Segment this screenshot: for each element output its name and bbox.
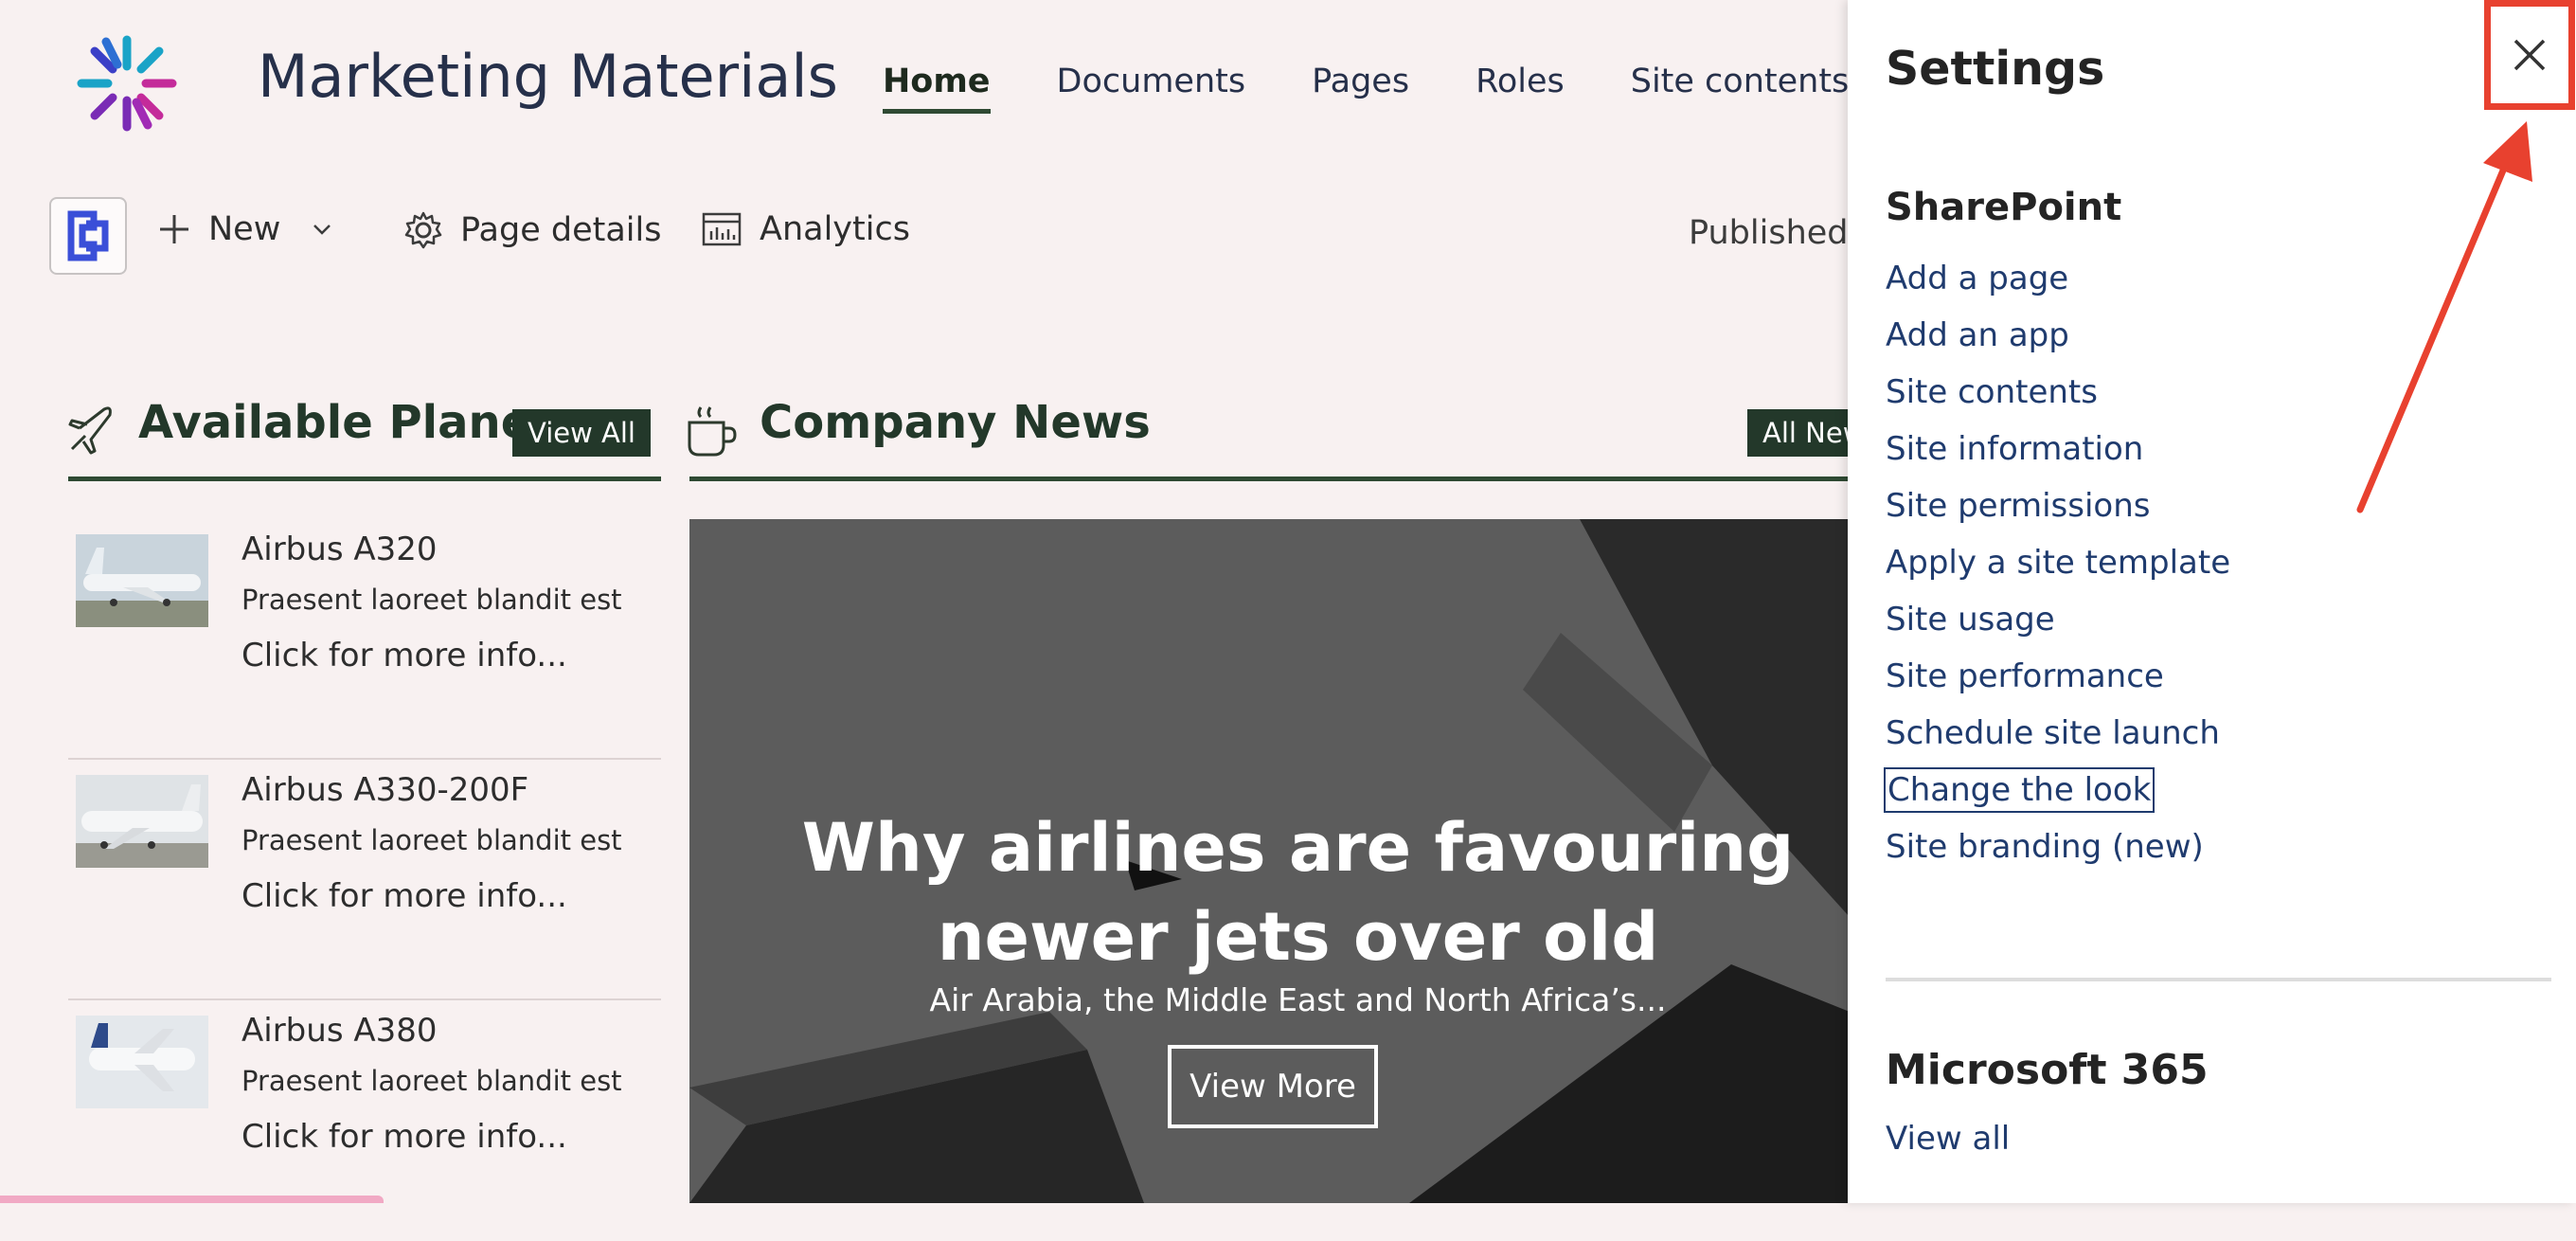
news-divider (689, 477, 1850, 481)
new-button[interactable]: New (157, 210, 333, 248)
airbus-a380-thumbnail (76, 1016, 208, 1108)
plane-name: Airbus A320 (242, 531, 438, 568)
more-info-link[interactable]: Click for more info... (242, 877, 567, 915)
plane-description: Praesent laoreet blandit est (242, 584, 622, 616)
chevron-down-icon (313, 225, 331, 235)
close-icon (2513, 39, 2546, 71)
new-label: New (208, 210, 281, 248)
site-permissions-link[interactable]: Site permissions (1886, 479, 2230, 536)
site-title[interactable]: Marketing Materials (258, 42, 838, 111)
close-button[interactable] (2484, 0, 2575, 110)
company-news-title: Company News (760, 396, 1151, 449)
add-an-app-link[interactable]: Add an app (1886, 309, 2230, 366)
annotation-arrow-icon (2356, 121, 2532, 513)
microsoft-365-heading: Microsoft 365 (1886, 1046, 2209, 1094)
plus-icon (160, 215, 188, 243)
nav-item-pages[interactable]: Pages (1312, 63, 1409, 114)
plane-name: Airbus A380 (242, 1012, 438, 1050)
nav-item-documents[interactable]: Documents (1057, 63, 1246, 114)
schedule-site-launch-link[interactable]: Schedule site launch (1886, 707, 2230, 764)
settings-title: Settings (1886, 42, 2105, 96)
site-branding-link[interactable]: Site branding (new) (1886, 820, 2230, 877)
change-the-look-label: Change the look (1883, 767, 2156, 813)
site-icon (67, 210, 109, 261)
analytics-icon (702, 212, 742, 246)
news-headline[interactable]: Why airlines are favouring newer jets ov… (689, 803, 1850, 981)
site-logo[interactable] (68, 28, 186, 138)
site-performance-link[interactable]: Site performance (1886, 650, 2230, 707)
sharepoint-heading: SharePoint (1886, 186, 2122, 229)
plane-description: Praesent laoreet blandit est (242, 824, 622, 856)
news-subtitle: Air Arabia, the Middle East and North Af… (929, 981, 1667, 1018)
gear-icon (404, 211, 442, 249)
apply-site-template-link[interactable]: Apply a site template (1886, 536, 2230, 593)
available-planes-title: Available Planes (138, 396, 559, 449)
planes-divider (68, 477, 661, 481)
site-contents-link[interactable]: Site contents (1886, 366, 2230, 423)
starburst-logo-icon (77, 35, 177, 132)
plane-name: Airbus A330-200F (242, 771, 529, 809)
airbus-a320-thumbnail (76, 534, 208, 627)
more-info-link[interactable]: Click for more info... (242, 637, 567, 674)
news-hero-card[interactable]: Why airlines are favouring newer jets ov… (689, 519, 1850, 1203)
nav-item-roles[interactable]: Roles (1476, 63, 1565, 114)
more-info-link[interactable]: Click for more info... (242, 1118, 567, 1156)
page-details-label: Page details (460, 211, 662, 249)
page-details-button[interactable]: Page details (403, 210, 661, 250)
app-launcher-button[interactable] (49, 197, 127, 275)
view-more-button[interactable]: View More (1168, 1045, 1378, 1128)
analytics-button[interactable]: Analytics (701, 210, 910, 248)
airbus-a330-200f-thumbnail (76, 775, 208, 868)
list-item[interactable]: Airbus A320 Praesent laoreet blandit est… (68, 519, 661, 760)
add-a-page-link[interactable]: Add a page (1886, 252, 2230, 309)
nav-item-home[interactable]: Home (883, 63, 991, 114)
plane-icon (66, 402, 117, 459)
nav-item-site-contents[interactable]: Site contents (1631, 63, 1850, 114)
view-all-link[interactable]: View all (1886, 1120, 2010, 1158)
bottom-accent-bar (0, 1196, 384, 1203)
panel-divider (1886, 978, 2551, 981)
coffee-cup-icon (686, 404, 739, 462)
list-item[interactable]: Airbus A330-200F Praesent laoreet blandi… (68, 760, 661, 1000)
site-usage-link[interactable]: Site usage (1886, 593, 2230, 650)
list-item[interactable]: Airbus A380 Praesent laoreet blandit est… (68, 1000, 661, 1241)
plane-description: Praesent laoreet blandit est (242, 1065, 622, 1097)
site-information-link[interactable]: Site information (1886, 423, 2230, 479)
change-the-look-link[interactable]: Change the look (1883, 764, 2230, 820)
sharepoint-links: Add a page Add an app Site contents Site… (1883, 252, 2230, 877)
analytics-label: Analytics (760, 210, 910, 248)
view-all-planes-button[interactable]: View All (512, 409, 651, 457)
